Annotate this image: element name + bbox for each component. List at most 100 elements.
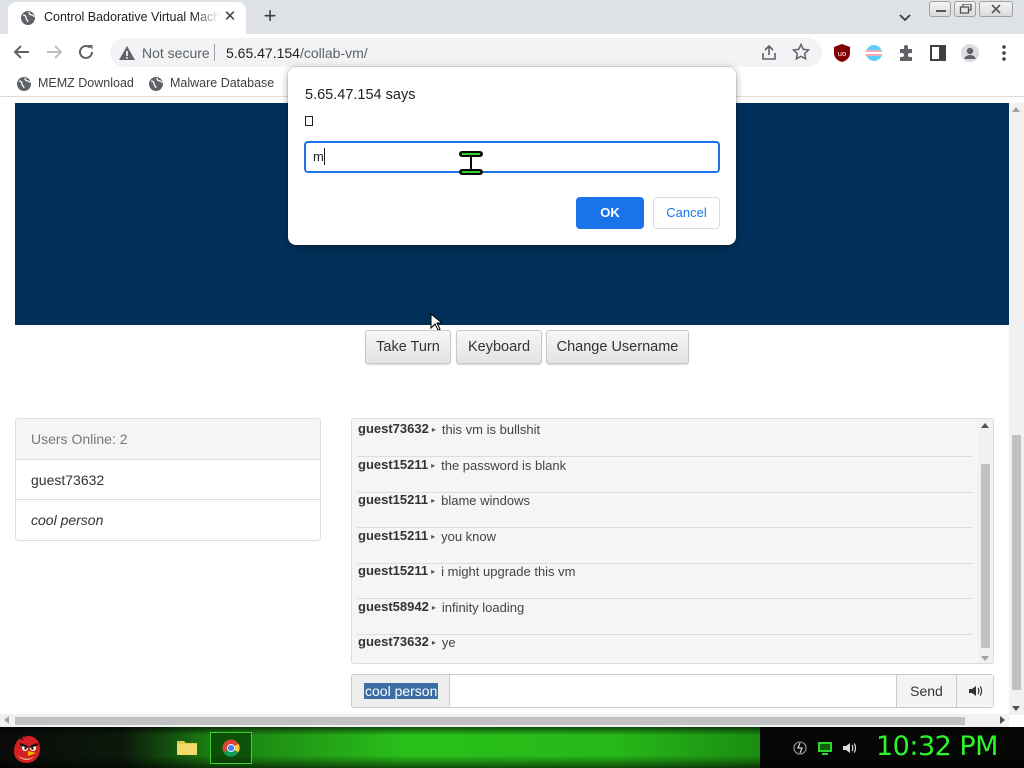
dialog-message-glyph [305,116,313,126]
bookmark-memz-download[interactable]: MEMZ Download [16,75,136,93]
url-text[interactable]: 5.65.47.154/collab-vm/ [226,45,368,61]
chat-message: guest15211 ▸ you know [357,528,973,564]
ublock-icon[interactable]: uo [832,43,852,63]
page-horizontal-scrollbar[interactable] [0,714,1009,727]
dialog-text-input[interactable]: m [304,141,720,173]
chat-arrow-icon: ▸ [431,602,436,612]
cancel-button[interactable]: Cancel [653,197,720,229]
trans-flag-icon[interactable] [864,43,884,63]
speaker-icon [969,686,983,696]
bookmark-label: MEMZ Download [38,76,134,90]
taskbar: 10:32 PM [0,727,1024,768]
tab-close-icon[interactable]: ✕ [222,9,238,25]
volume-icon[interactable] [842,740,858,756]
chat-message-text: this vm is bullshit [441,422,541,437]
take-turn-button[interactable]: Take Turn [365,330,451,364]
network-icon[interactable] [792,740,808,756]
user-list-item-self[interactable]: cool person [16,500,320,540]
restore-button[interactable] [954,1,976,17]
scroll-left-arrow-icon[interactable] [4,716,9,724]
chat-username[interactable]: guest73632 [358,421,429,436]
address-bar[interactable]: Not secure 5.65.47.154/collab-vm/ [110,38,822,67]
prompt-dialog: 5.65.47.154 says m OK Cancel [288,67,736,245]
chat-username[interactable]: guest58942 [358,599,429,614]
scroll-right-arrow-icon[interactable] [1000,716,1005,724]
chat-message: guest15211 ▸ the password is blank [357,457,973,493]
chat-message-list: guest73632 ▸ this vm is bullshit guest15211… [352,419,978,663]
ok-button[interactable]: OK [576,197,644,229]
scroll-up-arrow-icon[interactable] [981,423,989,428]
browser-tab[interactable]: Control Badorative Virtual Machine ✕ [8,2,246,34]
chat-username[interactable]: guest73632 [358,634,429,649]
not-secure-label[interactable]: Not secure [142,45,210,61]
page-vertical-scrollbar[interactable] [1009,103,1024,715]
chrome-icon[interactable] [222,739,240,757]
globe-icon [21,11,35,25]
globe-icon [149,77,163,91]
tab-strip: Control Badorative Virtual Machine ✕ + [0,0,1024,34]
browser-toolbar: Not secure 5.65.47.154/collab-vm/ uo [0,34,1024,71]
chat-message: guest58942 ▸ infinity loading [357,599,973,635]
chat-message-text: ye [441,635,456,650]
chat-arrow-icon: ▸ [431,531,436,541]
side-panel-icon[interactable] [928,43,948,63]
reload-icon[interactable] [76,42,96,62]
scroll-down-arrow-icon[interactable] [1012,706,1020,711]
users-online-header: Users Online: 2 [16,419,320,460]
share-icon[interactable] [760,44,778,62]
new-tab-button[interactable]: + [258,5,282,29]
scroll-up-arrow-icon[interactable] [1012,107,1020,112]
bookmark-label: Malware Database [170,76,275,90]
chat-input-group: cool person Send [351,674,994,708]
taskbar-clock[interactable]: 10:32 PM [876,731,998,762]
forward-arrow-icon[interactable] [44,42,64,62]
chat-username[interactable]: guest15211 [358,528,428,543]
chat-arrow-icon: ▸ [431,567,436,576]
folder-icon[interactable] [176,737,198,757]
angry-bird-start-icon[interactable] [8,729,46,767]
chat-arrow-icon: ▸ [431,638,436,647]
url-path: /collab-vm/ [299,45,368,61]
change-username-button[interactable]: Change Username [546,330,689,364]
scrollbar-thumb[interactable] [981,464,990,648]
sound-toggle-button[interactable] [956,675,993,707]
star-icon[interactable] [792,43,810,61]
scroll-down-arrow-icon[interactable] [981,656,989,661]
chat-username[interactable]: guest15211 [358,457,428,472]
chat-username: cool person [364,683,439,699]
mouse-pointer-icon [430,313,442,331]
svg-text:uo: uo [838,50,847,58]
chat-arrow-icon: ▸ [431,425,436,434]
scrollbar-thumb[interactable] [15,717,965,725]
chat-message-text: the password is blank [441,457,567,473]
chat-message-input[interactable] [450,675,896,707]
send-button[interactable]: Send [896,675,956,707]
keyboard-button[interactable]: Keyboard [456,330,542,364]
dialog-input-value: m [313,149,324,164]
dialog-title: 5.65.47.154 says [305,87,416,103]
chat-arrow-icon: ▸ [431,496,436,505]
back-arrow-icon[interactable] [12,42,32,62]
monitor-icon[interactable] [817,740,833,756]
chat-message-text: infinity loading [441,599,525,615]
omnibox-separator [214,44,215,61]
chat-message: guest15211 ▸ i might upgrade this vm [357,563,973,599]
chat-panel[interactable]: guest73632 ▸ this vm is bullshit guest15211… [351,418,994,664]
kebab-menu-icon[interactable] [994,43,1014,63]
user-list-item[interactable]: guest73632 [16,460,320,500]
warning-triangle-icon[interactable] [118,44,136,62]
users-online-panel: Users Online: 2 guest73632 cool person [15,418,321,541]
scrollbar-thumb[interactable] [1012,435,1021,690]
globe-icon [17,77,31,91]
minimize-button[interactable] [929,1,951,17]
url-host: 5.65.47.154 [226,45,300,61]
chevron-down-icon[interactable] [896,8,914,26]
profile-icon[interactable] [960,43,980,63]
close-window-button[interactable] [979,1,1013,17]
chat-username[interactable]: guest15211 [358,563,428,578]
bookmark-malware-database[interactable]: Malware Database [148,75,278,93]
chat-username-addon: cool person [352,675,450,707]
chat-scrollbar[interactable] [978,419,993,663]
puzzle-icon[interactable] [896,43,916,63]
chat-username[interactable]: guest15211 [358,492,428,507]
